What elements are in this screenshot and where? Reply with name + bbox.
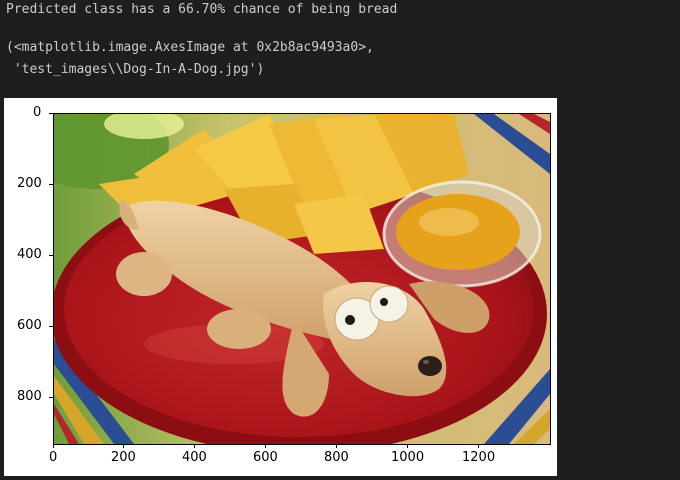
dog-in-a-dog-image [54,114,550,444]
prediction-text: Predicted class has a 66.70% chance of b… [6,2,398,17]
image-axes [53,113,551,445]
repr-line-1: (<matplotlib.image.AxesImage at 0x2b8ac9… [6,40,374,55]
matplotlib-figure: 0 200 400 600 800 0 200 400 600 800 1000… [4,98,557,476]
repr-line-2: 'test_images\\Dog-In-A-Dog.jpg') [6,62,265,77]
notebook-output: Predicted class has a 66.70% chance of b… [0,0,680,480]
cheese-dip-bowl [382,180,542,288]
